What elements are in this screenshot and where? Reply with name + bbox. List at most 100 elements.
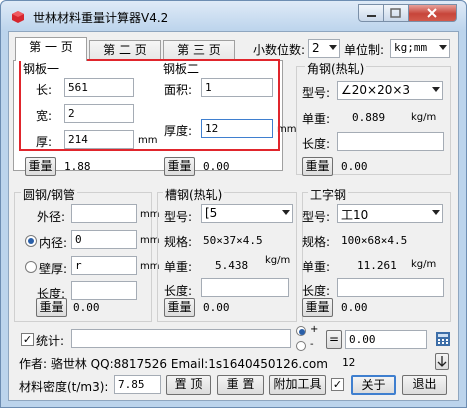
chevron-down-icon xyxy=(432,210,440,215)
scroll-down-button[interactable] xyxy=(435,353,449,370)
window-title: 世林材料重量计算器V4.2 xyxy=(33,11,169,25)
ibeam-unit-weight-value: 11.261 xyxy=(357,259,397,272)
pipe-inner-label: 内径: xyxy=(39,236,68,250)
extra-checkbox[interactable]: ✓ xyxy=(331,378,344,391)
angle-length-label: 长度: xyxy=(302,137,331,151)
angle-unit-weight-unit: kg/m xyxy=(411,112,437,123)
ibeam-model-label: 型号: xyxy=(302,210,331,224)
angle-length-input[interactable] xyxy=(337,132,444,151)
chevron-down-icon xyxy=(439,45,447,50)
exit-button[interactable]: 退出 xyxy=(402,375,447,395)
tab-page-2[interactable]: 第 二 页 xyxy=(89,40,161,60)
angle-model-select[interactable]: ∠20×20×3 xyxy=(337,81,443,100)
ibeam-spec-label: 规格: xyxy=(302,235,331,249)
calculator-icon[interactable] xyxy=(435,331,451,347)
decimals-value: 2 xyxy=(312,41,320,55)
pipe-inner-input[interactable]: 0 xyxy=(71,230,137,249)
angle-title: 角钢(热轧) xyxy=(305,60,367,77)
plate2-weight-button[interactable]: 重量 xyxy=(164,157,195,176)
angle-unit-weight-label: 单重: xyxy=(302,112,331,126)
reset-button[interactable]: 重 置 xyxy=(217,375,264,395)
density-label: 材料密度(t/m3): xyxy=(19,380,109,394)
stats-minus-radio[interactable] xyxy=(296,341,306,351)
pipe-weight-value: 0.00 xyxy=(73,301,100,314)
pipe-inner-radio[interactable] xyxy=(25,235,37,247)
channel-model-select[interactable]: [5 xyxy=(201,204,293,223)
plate1-weight-value: 1.88 xyxy=(64,160,91,173)
angle-unit-weight-value: 0.889 xyxy=(352,111,386,124)
density-input[interactable]: 7.85 xyxy=(114,375,161,394)
ibeam-length-input[interactable] xyxy=(337,278,444,297)
maximize-icon xyxy=(390,8,401,18)
ibeam-weight-button[interactable]: 重量 xyxy=(302,298,333,317)
channel-length-input[interactable] xyxy=(201,278,289,297)
pipe-weight-button[interactable]: 重量 xyxy=(36,298,67,317)
minimize-button[interactable] xyxy=(358,4,384,22)
app-icon xyxy=(12,11,24,23)
ibeam-spec-value: 100×68×4.5 xyxy=(341,234,408,247)
ibeam-unit-weight-label: 单重: xyxy=(302,260,331,274)
decimals-label: 小数位数: xyxy=(253,43,306,57)
pipe-outer-input[interactable] xyxy=(71,204,137,223)
close-button[interactable] xyxy=(409,4,457,22)
plate2-weight-value: 0.00 xyxy=(203,160,230,173)
angle-model-value: ∠20×20×3 xyxy=(341,83,411,97)
stats-minus-label: - xyxy=(310,339,314,350)
pipe-length-input[interactable] xyxy=(71,281,137,300)
pipe-outer-label: 外径: xyxy=(37,210,66,224)
ibeam-unit-weight-unit: kg/m xyxy=(411,259,437,270)
ibeam-model-value: 工10 xyxy=(341,208,369,222)
angle-weight-button[interactable]: 重量 xyxy=(302,157,333,176)
tab-page-1[interactable]: 第 一 页 xyxy=(15,37,87,61)
channel-model-value: [5 xyxy=(205,206,218,220)
channel-unit-weight-unit: kg/m xyxy=(265,255,291,266)
pipe-wall-radio[interactable] xyxy=(25,261,37,273)
stats-equals-button[interactable]: = xyxy=(326,330,342,349)
angle-model-label: 型号: xyxy=(302,86,331,100)
channel-unit-weight-label: 单重: xyxy=(164,260,193,274)
channel-length-label: 长度: xyxy=(164,284,193,298)
pipe-wall-input[interactable]: r xyxy=(71,256,137,275)
stats-result: 0.00 xyxy=(345,330,427,349)
stats-input[interactable] xyxy=(71,329,291,348)
tab-page-3[interactable]: 第 三 页 xyxy=(163,40,235,60)
ibeam-model-select[interactable]: 工10 xyxy=(337,204,443,223)
chevron-down-icon xyxy=(432,87,440,92)
stats-plus-label: + xyxy=(310,324,319,335)
channel-spec-label: 规格: xyxy=(164,235,193,249)
title-bar: 世林材料重量计算器V4.2 xyxy=(1,1,466,31)
minimize-icon xyxy=(367,15,376,17)
channel-model-label: 型号: xyxy=(164,210,193,224)
close-icon xyxy=(427,8,437,18)
extra-tools-button[interactable]: 附加工具 xyxy=(269,375,326,395)
channel-weight-button[interactable]: 重量 xyxy=(164,298,195,317)
stats-label: 统计: xyxy=(36,334,65,348)
channel-spec-value: 50×37×4.5 xyxy=(203,234,263,247)
author-info: 作者: 骆世林 QQ:8817526 Email:1s1640450126.co… xyxy=(19,357,328,371)
ibeam-length-label: 长度: xyxy=(302,284,331,298)
ibeam-title: 工字钢 xyxy=(308,186,349,203)
about-button[interactable]: 关于 xyxy=(351,375,396,395)
footer-count: 12 xyxy=(342,356,356,369)
channel-unit-weight-value: 5.438 xyxy=(215,259,249,272)
unit-system-select[interactable]: kg;mm xyxy=(390,39,450,58)
stats-plus-radio[interactable] xyxy=(296,326,306,336)
stats-checkbox[interactable]: ✓ xyxy=(21,333,34,346)
decimals-select[interactable]: 2 xyxy=(308,39,340,58)
highlight-box xyxy=(19,59,280,151)
chevron-down-icon xyxy=(282,210,290,215)
pipe-wall-label: 壁厚: xyxy=(39,262,68,276)
arrow-down-icon xyxy=(437,356,447,367)
chevron-down-icon xyxy=(329,45,337,50)
channel-weight-value: 0.00 xyxy=(203,301,230,314)
angle-weight-value: 0.00 xyxy=(341,160,368,173)
pipe-title: 圆钢/钢管 xyxy=(21,186,78,203)
unit-system-label: 单位制: xyxy=(344,43,385,57)
channel-title: 槽钢(热轧) xyxy=(163,186,225,203)
ibeam-weight-value: 0.00 xyxy=(341,301,368,314)
maximize-button[interactable] xyxy=(384,4,409,22)
plate1-weight-button[interactable]: 重量 xyxy=(25,157,56,176)
app-window: 世林材料重量计算器V4.2 第 一 页 第 二 页 第 三 页 小数位数: 2 … xyxy=(0,0,467,408)
unit-system-value: kg;mm xyxy=(394,41,428,54)
pin-top-button[interactable]: 置 顶 xyxy=(166,375,211,395)
